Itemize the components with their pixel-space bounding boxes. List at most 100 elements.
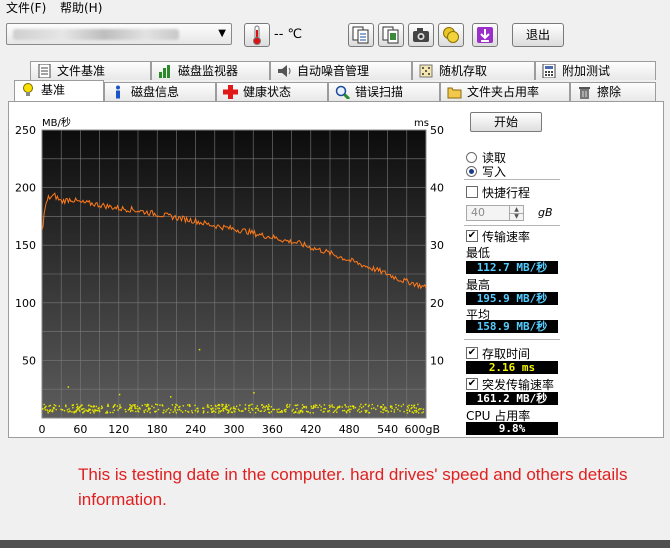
tab-label: 磁盘信息 [131, 85, 180, 99]
access-time-point [318, 404, 321, 406]
access-time-point [256, 405, 258, 407]
update-button[interactable] [472, 23, 498, 47]
access-time-point [134, 407, 136, 409]
short-stroke-checkbox[interactable] [466, 186, 478, 198]
access-time-point [328, 409, 331, 412]
y-axis-left-label: MB/秒 [42, 116, 71, 129]
access-time-point [268, 405, 270, 408]
tab-error-scan[interactable]: 错误扫描 [328, 82, 440, 101]
side-controls: 开始 读取 写入 快捷行程 40 ▲ ▼ gB ✔ 传输速率 最低 112.7 … [462, 110, 658, 440]
tab-folder-usage[interactable]: 文件夹占用率 [440, 82, 570, 101]
access-time-point [408, 409, 411, 411]
access-time-point [187, 410, 189, 413]
access-time-point [210, 404, 212, 407]
access-time-point [159, 404, 161, 406]
separator [464, 179, 560, 180]
access-time-point [387, 411, 390, 413]
access-time-point [285, 408, 287, 411]
burst-rate-checkbox[interactable]: ✔ [466, 378, 478, 390]
access-time-point [47, 412, 49, 414]
access-time-point [272, 408, 274, 411]
access-time-point [310, 405, 313, 408]
access-time-point [422, 408, 425, 410]
access-time-point [42, 408, 44, 410]
max-value: 195.9 MB/秒 [466, 292, 558, 305]
access-time-checkbox[interactable]: ✔ [466, 347, 478, 359]
access-time-point [368, 404, 370, 406]
access-time-point [270, 411, 273, 413]
y-tick-label-right: 40 [430, 182, 444, 195]
separator [464, 339, 560, 340]
spin-down-icon[interactable]: ▼ [509, 213, 523, 220]
access-time-point [113, 404, 116, 407]
screenshot-button[interactable] [408, 23, 434, 47]
x-tick-label: 420 [300, 423, 321, 436]
access-time-point [81, 408, 84, 410]
copy-image-button[interactable] [378, 23, 404, 47]
short-stroke-spinner[interactable]: 40 ▲ ▼ [466, 205, 524, 221]
copy-text-button[interactable] [348, 23, 374, 47]
x-tick-label: 540 [377, 423, 398, 436]
access-time-point [109, 411, 112, 414]
coins-button[interactable] [438, 23, 464, 47]
access-time-point [230, 407, 232, 409]
access-time-point [172, 411, 174, 413]
access-time-point [417, 412, 420, 414]
access-time-point [349, 411, 351, 413]
tab-disk-monitor[interactable]: 磁盘监视器 [151, 61, 270, 80]
read-radio[interactable] [466, 152, 477, 163]
menu-help[interactable]: 帮助(H) [60, 0, 102, 17]
lightbulb-icon [23, 83, 33, 96]
access-time-outlier [118, 393, 121, 396]
access-time-point [408, 404, 410, 407]
access-time-point [411, 406, 413, 409]
access-time-point [71, 411, 73, 413]
access-time-point [229, 408, 232, 411]
access-time-point [153, 406, 155, 409]
access-time-point [301, 404, 304, 406]
start-button[interactable]: 开始 [470, 112, 542, 132]
drive-select[interactable]: ▼ [6, 23, 232, 45]
access-time-point [93, 412, 95, 414]
tab-random-access[interactable]: 随机存取 [412, 61, 535, 80]
transfer-rate-checkbox[interactable]: ✔ [466, 230, 478, 242]
tab-erase[interactable]: 擦除 [570, 82, 656, 101]
access-time-point [296, 407, 298, 410]
access-time-point [364, 403, 367, 406]
write-radio[interactable] [466, 166, 477, 177]
access-time-point [403, 410, 405, 413]
tab-file-benchmark[interactable]: 文件基准 [30, 61, 151, 80]
tab-label: 文件基准 [57, 64, 106, 78]
x-tick-label: 0 [39, 423, 46, 436]
access-time-point [138, 407, 141, 409]
copy-image-icon [382, 26, 399, 44]
access-time-point [397, 408, 399, 411]
access-time-point [191, 410, 193, 412]
tab-disk-info[interactable]: 磁盘信息 [104, 82, 216, 101]
tab-benchmark[interactable]: 基准 [14, 80, 104, 101]
menu-file[interactable]: 文件(F) [6, 0, 46, 17]
min-value: 112.7 MB/秒 [466, 261, 558, 274]
access-time-point [137, 410, 140, 413]
access-time-point [413, 410, 416, 412]
access-time-point [60, 408, 62, 411]
access-time-point [222, 404, 224, 406]
tab-noise-management[interactable]: 自动噪音管理 [270, 61, 412, 80]
access-time-point [238, 409, 241, 412]
temperature-button[interactable] [244, 23, 270, 47]
access-time-point [335, 409, 337, 411]
access-time-point [324, 407, 327, 410]
access-time-point [345, 412, 348, 414]
exit-button[interactable]: 退出 [512, 23, 564, 47]
access-time-point [191, 411, 194, 414]
tab-health[interactable]: 健康状态 [216, 82, 328, 101]
dice-grid-icon [419, 64, 433, 78]
access-time-point [194, 409, 197, 412]
access-time-point [413, 404, 416, 406]
tab-extra-tests[interactable]: 附加测试 [535, 61, 656, 80]
access-time-outlier [198, 348, 201, 351]
access-time-point [285, 405, 288, 407]
access-time-point [220, 410, 222, 412]
access-time-outlier [170, 396, 172, 398]
access-time-point [93, 405, 95, 407]
